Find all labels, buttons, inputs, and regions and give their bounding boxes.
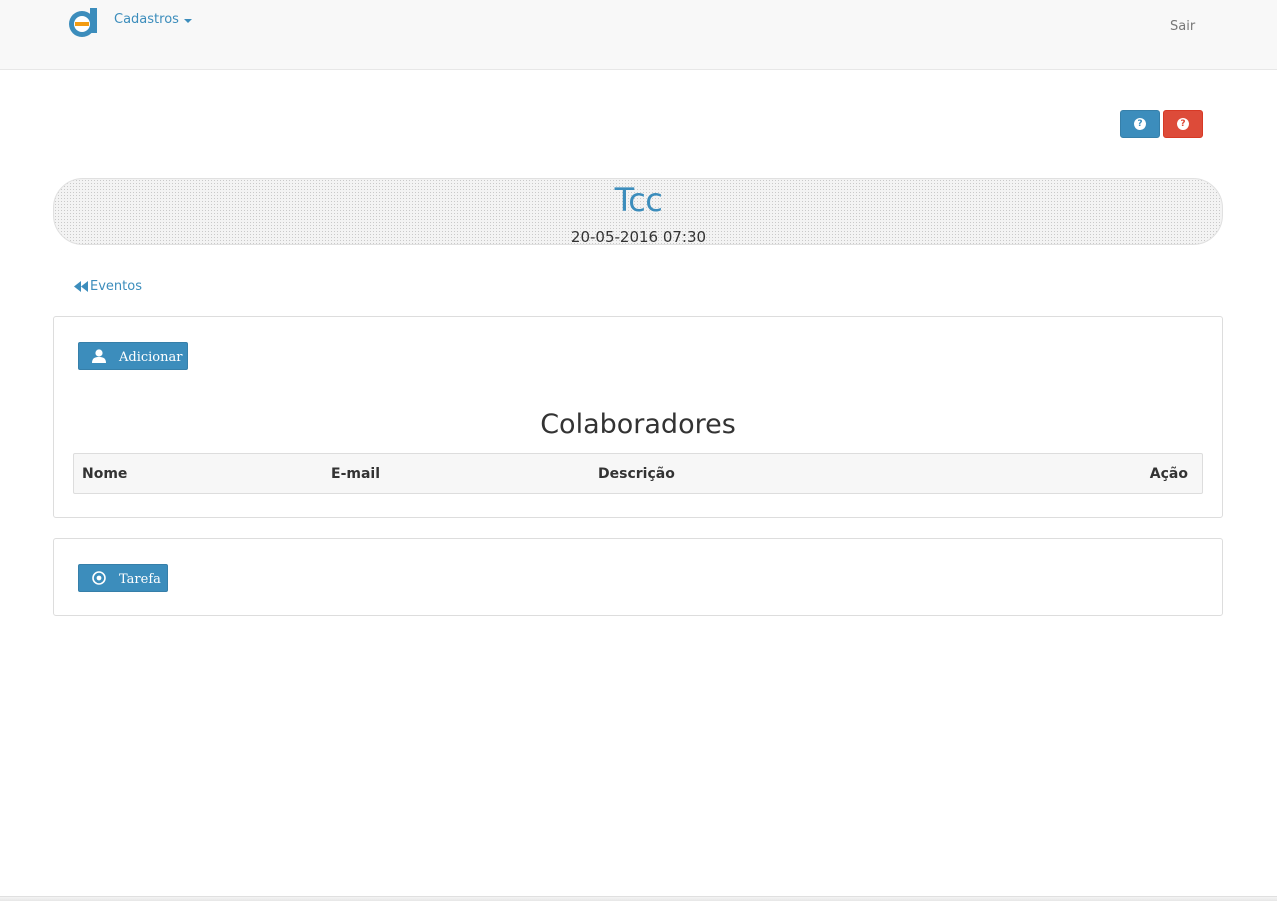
top-navbar: Cadastros Sair <box>0 0 1277 70</box>
back-link-label: Eventos <box>90 279 142 294</box>
back-to-events-link[interactable]: Eventos <box>74 279 142 294</box>
collaborators-table-header: Nome E-mail Descrição Ação <box>73 453 1203 494</box>
event-datetime: 20-05-2016 07:30 <box>570 228 707 246</box>
app-logo-icon[interactable] <box>66 5 100 39</box>
caret-down-icon <box>183 18 192 23</box>
column-header-name: Nome <box>82 466 128 482</box>
help-button[interactable]: ? <box>1120 110 1160 138</box>
target-icon <box>92 571 106 585</box>
tasks-panel: Tarefa <box>53 538 1223 616</box>
column-header-email: E-mail <box>331 466 381 482</box>
question-circle-icon: ? <box>1134 118 1146 130</box>
collaborators-title: Colaboradores <box>540 409 736 440</box>
cadastros-menu[interactable]: Cadastros <box>114 12 192 27</box>
user-icon <box>92 349 106 363</box>
add-button-label: Adicionar <box>119 350 183 365</box>
window-bottom-edge <box>0 896 1277 901</box>
help-danger-button[interactable]: ? <box>1163 110 1203 138</box>
event-title: Tcc <box>614 181 663 219</box>
cadastros-menu-label: Cadastros <box>114 12 179 27</box>
column-header-description: Descrição <box>598 466 675 482</box>
double-chevron-left-icon <box>74 281 88 292</box>
collaborators-panel: Adicionar Colaboradores Nome E-mail Desc… <box>53 316 1223 518</box>
logout-link[interactable]: Sair <box>1170 19 1195 34</box>
add-collaborator-button[interactable]: Adicionar <box>78 342 188 370</box>
question-circle-icon: ? <box>1177 118 1189 130</box>
task-button-label: Tarefa <box>119 572 161 587</box>
column-header-action: Ação <box>1149 466 1188 482</box>
add-task-button[interactable]: Tarefa <box>78 564 168 592</box>
